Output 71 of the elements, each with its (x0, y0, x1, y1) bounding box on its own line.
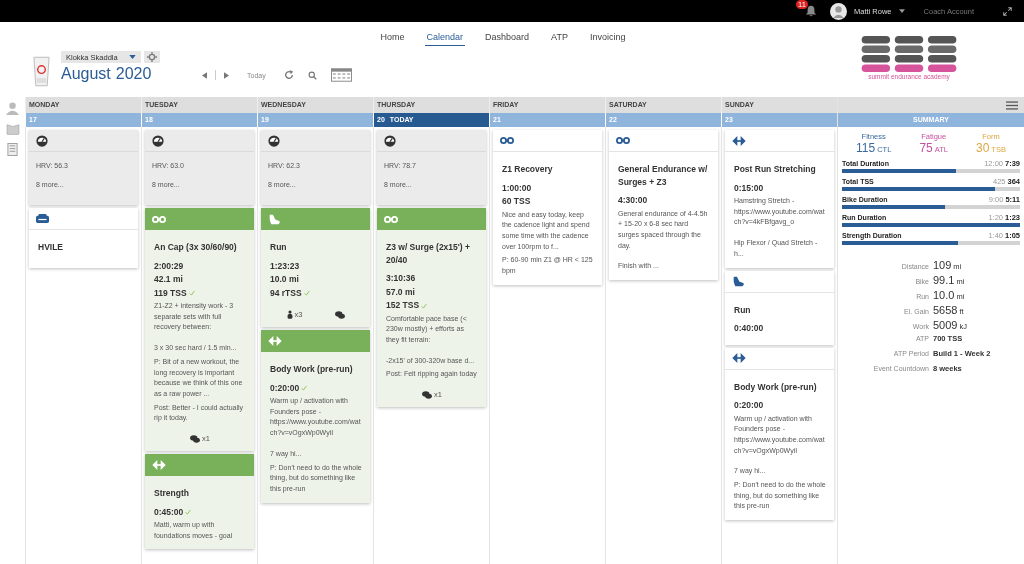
nav-tab[interactable]: Calendar (424, 32, 466, 46)
shoe-icon (268, 213, 281, 225)
glass-icon (32, 55, 51, 88)
figure-icon (286, 310, 293, 319)
workout-stat: 0:45:00 (154, 505, 184, 519)
bike-icon (500, 136, 514, 145)
workout-title: Body Work (pre-run) (270, 363, 354, 376)
workout-title: An Cap (3x 30/60/90) (154, 241, 238, 254)
next-icon[interactable] (224, 71, 229, 79)
workout-card[interactable]: Run 0:40:00 (725, 270, 834, 345)
workout-stat: 0:20:00 (734, 399, 764, 412)
workout-stat: 0:40:00 (734, 322, 764, 335)
shoe-icon (732, 275, 745, 287)
workout-title: Body Work (pre-run) (734, 380, 818, 393)
workout-stat: 1:23:23 (270, 259, 300, 273)
workout-stat: 0:20:00 (270, 381, 300, 395)
bike-icon (152, 214, 166, 224)
workout-stat: 10.0 mi (270, 273, 299, 286)
menu-icon[interactable] (1006, 100, 1018, 110)
double-arrow-icon (268, 336, 282, 346)
caret-icon[interactable] (898, 9, 905, 13)
month-title: August (61, 65, 111, 83)
comments-icon (422, 390, 433, 399)
settings-icon (147, 52, 157, 62)
nav-tab[interactable]: ATP (549, 32, 570, 46)
gauge-icon (152, 134, 164, 147)
double-arrow-icon (732, 135, 746, 146)
expand-icon[interactable] (1003, 6, 1012, 16)
workout-title: Strength (154, 487, 190, 500)
comments-icon (335, 310, 346, 319)
caret-icon (129, 55, 136, 59)
workout-stat: 152 TSS (386, 299, 420, 312)
nav-tab[interactable]: Home (378, 32, 407, 46)
workout-title: Post Run Stretching (734, 163, 817, 176)
comments-icon (190, 434, 201, 443)
workout-title: Z1 Recovery (502, 163, 554, 176)
workout-stat: 57.0 mi (386, 285, 415, 299)
refresh-icon[interactable] (283, 70, 294, 80)
workout-title: Run (734, 303, 752, 316)
nav-tab[interactable]: Dashboard (483, 32, 532, 46)
year-title: 2020 (115, 65, 152, 83)
workout-title: Z3 w/ Surge (2x15') + 20/40 (386, 241, 471, 266)
workout-stat: 4:30:00 (618, 194, 648, 207)
bike-icon (384, 214, 398, 224)
workout-title: General Endurance w/ Surges + Z3 (618, 163, 709, 188)
workout-card[interactable] (145, 208, 254, 452)
previous-icon[interactable] (202, 71, 207, 79)
workout-title: Run (270, 241, 288, 254)
workout-stat: 3:10:36 (386, 272, 416, 285)
workout-title: HVILE (38, 241, 65, 254)
workout-stat: 42.1 mi (154, 273, 183, 286)
gauge-icon (384, 134, 396, 147)
bike-icon (616, 136, 630, 145)
double-arrow-icon (732, 353, 746, 363)
workout-stat: 2:00:29 (154, 259, 184, 273)
workout-stat: 94 rTSS (270, 286, 302, 300)
bell-icon[interactable] (805, 5, 818, 17)
double-arrow-icon (152, 460, 166, 471)
day-off-card[interactable]: HVILE (29, 208, 138, 268)
workout-stat: 1:00:00 (502, 181, 532, 195)
workout-stat: 119 TSS (154, 286, 187, 300)
settings-button[interactable] (144, 51, 160, 63)
gauge-icon (268, 134, 280, 147)
couch-icon (36, 214, 49, 223)
nav-tab[interactable]: Invoicing (587, 32, 628, 46)
search-icon[interactable] (307, 70, 317, 80)
avatar-icon[interactable] (830, 2, 848, 20)
workout-stat: 60 TSS (502, 195, 531, 208)
workout-stat: 0:15:00 (734, 181, 764, 195)
calendar-icon[interactable] (330, 68, 352, 82)
gauge-icon (36, 134, 48, 147)
